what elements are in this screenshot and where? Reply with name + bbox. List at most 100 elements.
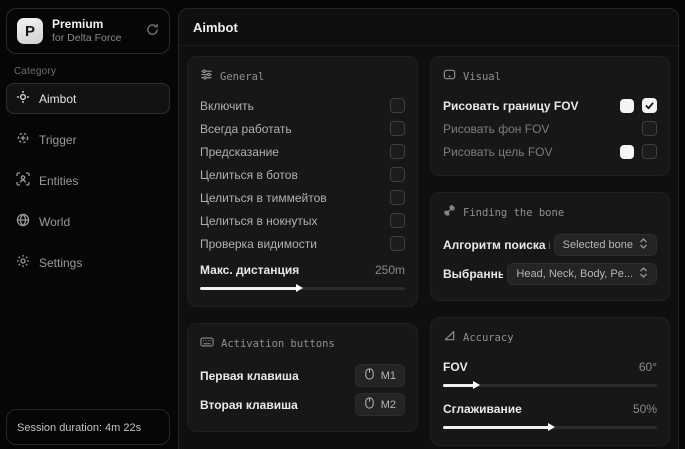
dropdown-label: Алгоритм поиска кости [443,238,550,252]
sidebar-item-aimbot[interactable]: Aimbot [6,83,170,114]
panel-title: Finding the bone [463,207,564,219]
right-column: Visual Рисовать границу FOV Рисовать фон… [430,56,670,449]
checkbox[interactable] [390,98,405,113]
activation-buttons-panel: Activation buttons Первая клавиша M1 [187,323,418,432]
person-scan-icon [16,172,30,189]
main-panel: Aimbot General Включить [178,8,679,449]
panel-title: General [220,71,264,83]
globe-icon [16,213,30,230]
unfold-icon [639,267,648,281]
max-distance-slider[interactable] [200,283,405,293]
activation-panel-header: Activation buttons [200,335,405,353]
fov-row: FOV 60° [443,356,657,377]
keybind-button-m1[interactable]: M1 [355,364,405,387]
general-panel: General Включить Всегда работать Предска… [187,56,418,307]
sidebar-item-world[interactable]: World [6,206,170,237]
bone-icon [443,204,456,222]
second-key-row: Вторая клавиша M2 [200,391,405,418]
bone-panel-header: Finding the bone [443,204,657,222]
toggle-label: Целиться в тиммейтов [200,191,327,205]
fov-slider[interactable] [443,380,657,390]
draw-fov-background-row: Рисовать фон FOV [443,118,657,139]
keybind-button-m2[interactable]: M2 [355,393,405,416]
panel-title: Accuracy [463,332,514,344]
gear-icon [16,254,30,271]
accuracy-panel-header: Accuracy [443,329,657,347]
toggle-label: Рисовать границу FOV [443,99,579,113]
accuracy-panel: Accuracy FOV 60° Сглаживание 50% [430,317,670,446]
toggle-label: Рисовать цель FOV [443,145,553,159]
slider-label: Сглаживание [443,402,522,416]
license-card: P Premium for Delta Force [6,8,170,54]
sidebar-item-label: Entities [39,174,78,188]
mouse-icon [364,368,375,383]
toggle-label: Предсказание [200,145,279,159]
slider-value: 50% [633,402,657,416]
checkbox[interactable] [390,121,405,136]
tune-icon [200,68,213,86]
crosshair-icon [16,90,30,107]
session-duration-card: Session duration: 4m 22s [6,409,170,445]
keyboard-icon [200,335,214,353]
main-titlebar: Aimbot [179,9,678,46]
checkbox[interactable] [390,213,405,228]
visual-icon [443,68,456,86]
checkbox[interactable] [390,236,405,251]
keybind-label: Вторая клавиша [200,398,298,412]
sidebar-item-label: Aimbot [39,92,76,106]
first-key-row: Первая клавиша M1 [200,362,405,389]
max-distance-row: Макс. дистанция 250m [200,259,405,280]
page-title: Aimbot [193,20,664,35]
checkbox[interactable] [390,190,405,205]
sidebar-item-settings[interactable]: Settings [6,247,170,278]
toggle-row-target-bots: Целиться в ботов [200,164,405,185]
sidebar-item-trigger[interactable]: Trigger [6,124,170,155]
sync-icon[interactable] [146,23,159,39]
color-swatch[interactable] [620,99,634,113]
toggle-label: Целиться в нокнутых [200,214,317,228]
finding-bone-panel: Finding the bone Алгоритм поиска кости S… [430,192,670,301]
left-column: General Включить Всегда работать Предска… [187,56,418,449]
panel-title: Activation buttons [221,338,335,350]
draw-fov-border-row: Рисовать границу FOV [443,95,657,116]
sidebar-nav: Aimbot Trigger Entities [6,83,170,409]
visual-panel-header: Visual [443,68,657,86]
license-subtitle: for Delta Force [52,32,137,45]
slider-value: 60° [639,360,657,374]
app-window: P Premium for Delta Force Category Aimbo… [0,0,685,449]
bone-algorithm-select[interactable]: Selected bone [554,234,657,256]
checkbox[interactable] [390,144,405,159]
session-duration-text: Session duration: 4m 22s [17,422,141,434]
toggle-row-prediction: Предсказание [200,141,405,162]
sidebar-item-label: Trigger [39,133,77,147]
toggle-label: Рисовать фон FOV [443,122,549,136]
sidebar-item-entities[interactable]: Entities [6,165,170,196]
toggle-row-enable: Включить [200,95,405,116]
toggle-label: Целиться в ботов [200,168,298,182]
smoothing-slider[interactable] [443,422,657,432]
toggle-label: Включить [200,99,254,113]
dropdown-label: Выбранные кости [443,267,503,281]
category-label: Category [14,66,170,77]
app-logo: P [17,18,43,44]
selected-bones-row: Выбранные кости Head, Neck, Body, Pe... [443,260,657,287]
slider-label: Макс. дистанция [200,263,299,277]
panel-columns: General Включить Всегда работать Предска… [179,46,678,449]
slider-value: 250m [375,263,405,277]
color-swatch[interactable] [620,145,634,159]
checkbox[interactable] [642,98,657,113]
selected-bones-select[interactable]: Head, Neck, Body, Pe... [507,263,657,285]
panel-title: Visual [463,71,501,83]
keybind-value: M1 [381,370,396,382]
toggle-row-target-teammates: Целиться в тиммейтов [200,187,405,208]
smoothing-row: Сглаживание 50% [443,398,657,419]
mouse-icon [364,397,375,412]
keybind-value: M2 [381,399,396,411]
triangle-icon [443,329,456,347]
checkbox[interactable] [390,167,405,182]
unfold-icon [639,238,648,252]
visual-panel: Visual Рисовать границу FOV Рисовать фон… [430,56,670,176]
checkbox[interactable] [642,121,657,136]
checkbox[interactable] [642,144,657,159]
toggle-row-always-work: Всегда работать [200,118,405,139]
